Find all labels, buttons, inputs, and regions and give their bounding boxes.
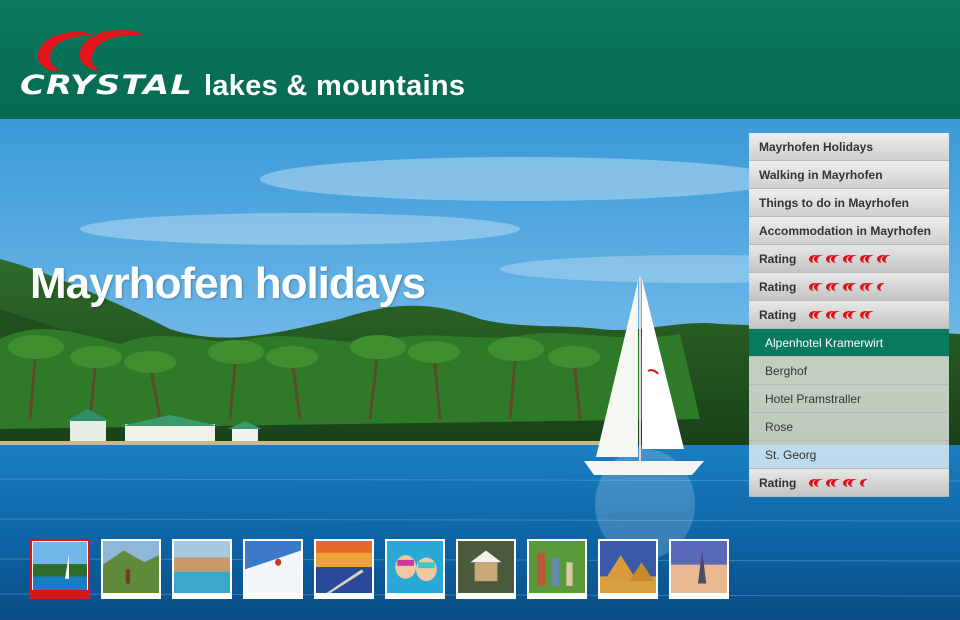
rating-row[interactable]: Rating	[749, 301, 949, 329]
menu-item-walking[interactable]: Walking in Mayrhofen	[749, 161, 949, 189]
thumbnail-burj-sunset[interactable]	[669, 539, 729, 599]
rating-label: Rating	[759, 279, 797, 294]
thumbnail-kids-swimming[interactable]	[385, 539, 445, 599]
rating-row[interactable]: Rating	[749, 273, 949, 301]
rating-stars	[808, 282, 891, 292]
thumbnail-gazebo[interactable]	[456, 539, 516, 599]
thumbnail-family-walk[interactable]	[527, 539, 587, 599]
thumbnail-skier[interactable]	[243, 539, 303, 599]
thumbnail-resort-pool[interactable]	[172, 539, 232, 599]
menu-item-mayrhofen-holidays[interactable]: Mayrhofen Holidays	[749, 133, 949, 161]
logo-swoosh-icon	[38, 30, 144, 72]
page-title: Mayrhofen holidays	[30, 259, 426, 308]
pyramids-image	[600, 541, 656, 593]
rating-label: Rating	[759, 475, 797, 490]
rating-label: Rating	[759, 307, 797, 322]
rating-mark-icon	[825, 310, 841, 320]
thumbnail-hiking[interactable]	[101, 539, 161, 599]
thumbnail-sunset-pier[interactable]	[314, 539, 374, 599]
thumbnail-lake-sailboat[interactable]	[30, 539, 90, 599]
rating-mark-icon	[825, 282, 841, 292]
hotel-item-hotel-pramstraller[interactable]: Hotel Pramstraller	[749, 385, 949, 413]
rating-row[interactable]: Rating	[749, 245, 949, 273]
menu-item-things-to-do[interactable]: Things to do in Mayrhofen	[749, 189, 949, 217]
rating-mark-icon	[808, 310, 824, 320]
rating-mark-icon	[842, 310, 858, 320]
skier-image	[245, 541, 301, 593]
rating-row[interactable]: Rating	[749, 469, 949, 497]
header-bar: CRYSTAL lakes & mountains	[0, 0, 960, 119]
hiking-image	[103, 541, 159, 593]
rating-label: Rating	[759, 251, 797, 266]
rating-mark-icon	[842, 478, 858, 488]
rating-stars	[808, 310, 875, 320]
kids-swimming-image	[387, 541, 443, 593]
rating-mark-icon	[808, 478, 824, 488]
rating-mark-icon	[825, 254, 841, 264]
logo-text: CRYSTAL	[20, 70, 194, 101]
resort-pool-image	[174, 541, 230, 593]
hotel-item-alpenhotel-kramerwirt[interactable]: Alpenhotel Kramerwirt	[749, 329, 949, 357]
selected-indicator	[32, 590, 88, 597]
gazebo-image	[458, 541, 514, 593]
rating-mark-icon	[876, 254, 892, 264]
rating-stars	[808, 254, 892, 264]
rating-mark-icon	[842, 282, 858, 292]
half-rating-mark-icon	[859, 478, 874, 488]
hotel-item-berghof[interactable]: Berghof	[749, 357, 949, 385]
hotel-item-rose[interactable]: Rose	[749, 413, 949, 441]
rating-mark-icon	[859, 310, 875, 320]
rating-stars	[808, 478, 874, 488]
lake-sailboat-image	[33, 542, 87, 596]
burj-sunset-image	[671, 541, 727, 593]
rating-mark-icon	[808, 254, 824, 264]
family-walk-image	[529, 541, 585, 593]
rating-mark-icon	[825, 478, 841, 488]
menu-item-accommodation[interactable]: Accommodation in Mayrhofen	[749, 217, 949, 245]
rating-mark-icon	[859, 282, 875, 292]
rating-mark-icon	[808, 282, 824, 292]
rating-mark-icon	[842, 254, 858, 264]
thumbnail-pyramids[interactable]	[598, 539, 658, 599]
hotel-item-st-georg[interactable]: St. Georg	[749, 441, 949, 469]
rating-mark-icon	[859, 254, 875, 264]
half-rating-mark-icon	[876, 282, 891, 292]
crystal-logo[interactable]: CRYSTAL	[18, 26, 192, 101]
side-menu: Mayrhofen Holidays Walking in Mayrhofen …	[749, 133, 949, 497]
tagline: lakes & mountains	[204, 70, 466, 102]
sunset-pier-image	[316, 541, 372, 593]
